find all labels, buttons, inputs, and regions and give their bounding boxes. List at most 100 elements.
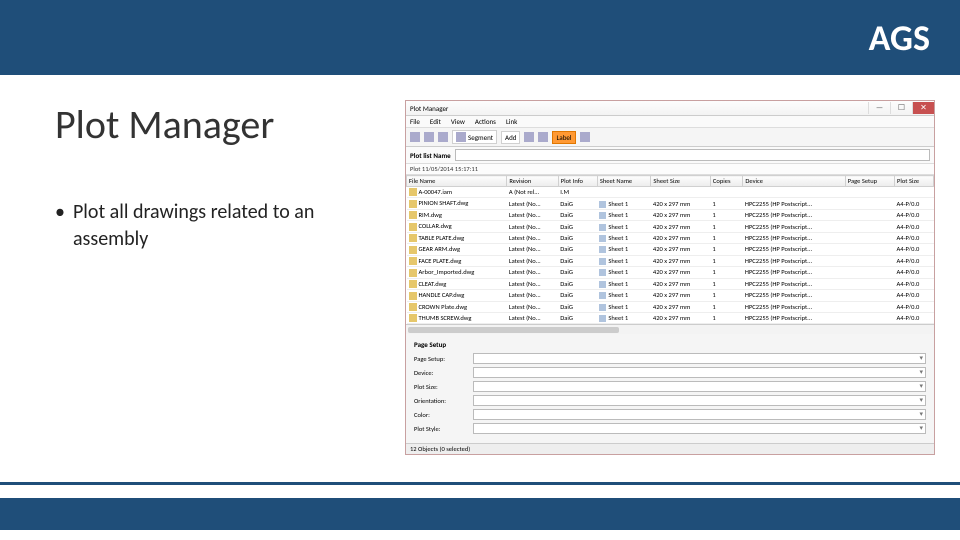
table-row[interactable]: GEAR ARM.dwgLatest (No...DaiGSheet 1420 … bbox=[407, 244, 934, 255]
col-revision[interactable]: Revision bbox=[507, 176, 558, 187]
page-setup-dropdown[interactable] bbox=[473, 395, 926, 406]
file-icon bbox=[409, 303, 417, 311]
sheet-icon bbox=[599, 201, 606, 208]
sheet-icon bbox=[599, 304, 606, 311]
sheet-icon bbox=[599, 281, 606, 288]
toolbar-icon[interactable] bbox=[524, 132, 534, 142]
divider-stripe bbox=[0, 482, 960, 485]
file-icon bbox=[409, 211, 417, 219]
page-setup-dropdown[interactable] bbox=[473, 353, 926, 364]
table-row[interactable]: HANDLE CAP.dwgLatest (No...DaiGSheet 142… bbox=[407, 290, 934, 301]
file-icon bbox=[409, 200, 417, 208]
file-icon bbox=[409, 246, 417, 254]
page-setup-panel: Page Setup Page Setup: Device: Plot Size: O… bbox=[406, 334, 934, 443]
close-button[interactable]: ✕ bbox=[912, 102, 934, 114]
table-row[interactable]: RIM.dwgLatest (No...DaiGSheet 1420 x 297… bbox=[407, 209, 934, 220]
segment-icon bbox=[456, 132, 466, 142]
toolbar: Segment Add Label bbox=[406, 128, 934, 147]
page-setup-row: Color: bbox=[414, 409, 926, 420]
footer-stripe bbox=[0, 498, 960, 530]
bullet-text: Plot all drawings related to an assembly bbox=[73, 199, 375, 253]
page-setup-row: Plot Style: bbox=[414, 423, 926, 434]
table-row[interactable]: THUMB SCREW.dwgLatest (No...DaiGSheet 14… bbox=[407, 312, 934, 323]
toolbar-icon[interactable] bbox=[438, 132, 448, 142]
slide-title: Plot Manager bbox=[55, 100, 375, 149]
page-setup-title: Page Setup bbox=[414, 340, 926, 349]
table-row[interactable]: CROWN Plate.dwgLatest (No...DaiGSheet 14… bbox=[407, 301, 934, 312]
search-label: Plot list Name bbox=[410, 151, 451, 160]
col-pagesetup[interactable]: Page Setup bbox=[845, 176, 894, 187]
page-setup-row: Plot Size: bbox=[414, 381, 926, 392]
col-device[interactable]: Device bbox=[743, 176, 845, 187]
sheet-icon bbox=[599, 269, 606, 276]
file-icon bbox=[409, 280, 417, 288]
toolbar-icon[interactable] bbox=[410, 132, 420, 142]
status-bar: 12 Objects (0 selected) bbox=[406, 443, 934, 454]
toolbar-icon[interactable] bbox=[538, 132, 548, 142]
bullet-dot: • bbox=[55, 199, 65, 253]
file-icon bbox=[409, 292, 417, 300]
table-row[interactable]: COLLAR.dwgLatest (No...DaiGSheet 1420 x … bbox=[407, 221, 934, 232]
label-button[interactable]: Label bbox=[552, 131, 575, 144]
table-row[interactable]: A-00047.iamA (Not rel...I.M bbox=[407, 187, 934, 198]
page-setup-row: Page Setup: bbox=[414, 353, 926, 364]
app-window: Plot Manager — ☐ ✕ File Edit View Action… bbox=[405, 100, 935, 455]
menu-view[interactable]: View bbox=[451, 117, 465, 126]
sheet-icon bbox=[599, 258, 606, 265]
table-row[interactable]: FACE PLATE.dwgLatest (No...DaiGSheet 142… bbox=[407, 255, 934, 266]
horizontal-scrollbar[interactable] bbox=[406, 324, 934, 334]
add-button[interactable]: Add bbox=[501, 131, 520, 144]
sheet-icon bbox=[599, 235, 606, 242]
menu-actions[interactable]: Actions bbox=[475, 117, 496, 126]
page-setup-row: Orientation: bbox=[414, 395, 926, 406]
page-setup-dropdown[interactable] bbox=[473, 381, 926, 392]
search-row: Plot list Name bbox=[406, 147, 934, 164]
bullet-item: • Plot all drawings related to an assemb… bbox=[55, 199, 375, 253]
menu-file[interactable]: File bbox=[410, 117, 420, 126]
brand-title: AGS bbox=[869, 16, 930, 60]
page-setup-label: Orientation: bbox=[414, 397, 469, 405]
page-setup-dropdown[interactable] bbox=[473, 423, 926, 434]
table-row[interactable]: TABLE PLATE.dwgLatest (No...DaiGSheet 14… bbox=[407, 232, 934, 243]
col-sheetsize[interactable]: Sheet Size bbox=[651, 176, 711, 187]
toolbar-icon[interactable] bbox=[580, 132, 590, 142]
segment-button[interactable]: Segment bbox=[452, 130, 497, 144]
table-row[interactable]: CLEAT.dwgLatest (No...DaiGSheet 1420 x 2… bbox=[407, 278, 934, 289]
maximize-button[interactable]: ☐ bbox=[890, 102, 912, 114]
status-line: Plot 11/05/2014 15:17:11 bbox=[406, 164, 934, 175]
table-row[interactable]: Arbor_Imported.dwgLatest (No...DaiGSheet… bbox=[407, 267, 934, 278]
col-plotsize[interactable]: Plot Size bbox=[895, 176, 934, 187]
sheet-icon bbox=[599, 212, 606, 219]
bullet-list: • Plot all drawings related to an assemb… bbox=[55, 199, 375, 253]
col-sheetname[interactable]: Sheet Name bbox=[597, 176, 651, 187]
page-setup-label: Color: bbox=[414, 411, 469, 419]
page-setup-label: Device: bbox=[414, 369, 469, 377]
window-title: Plot Manager bbox=[410, 104, 448, 113]
sheet-icon bbox=[599, 292, 606, 299]
menu-link[interactable]: Link bbox=[506, 117, 517, 126]
page-setup-dropdown[interactable] bbox=[473, 409, 926, 420]
search-input[interactable] bbox=[455, 149, 930, 161]
titlebar[interactable]: Plot Manager — ☐ ✕ bbox=[406, 101, 934, 116]
menu-edit[interactable]: Edit bbox=[430, 117, 441, 126]
col-filename[interactable]: File Name bbox=[407, 176, 507, 187]
minimize-button[interactable]: — bbox=[868, 102, 890, 114]
toolbar-icon[interactable] bbox=[424, 132, 434, 142]
sheet-icon bbox=[599, 246, 606, 253]
page-setup-label: Plot Style: bbox=[414, 425, 469, 433]
table-row[interactable]: PINION SHAFT.dwgLatest (No...DaiGSheet 1… bbox=[407, 198, 934, 209]
page-setup-dropdown[interactable] bbox=[473, 367, 926, 378]
scroll-thumb[interactable] bbox=[408, 327, 619, 333]
file-icon bbox=[409, 188, 417, 196]
table-header-row: File Name Revision Plot Info Sheet Name … bbox=[407, 176, 934, 187]
col-plotinfo[interactable]: Plot Info bbox=[558, 176, 597, 187]
file-icon bbox=[409, 314, 417, 322]
page-setup-label: Plot Size: bbox=[414, 383, 469, 391]
slide-header: AGS bbox=[0, 0, 960, 75]
file-icon bbox=[409, 223, 417, 231]
menubar: File Edit View Actions Link bbox=[406, 116, 934, 128]
sheet-icon bbox=[599, 224, 606, 231]
file-icon bbox=[409, 269, 417, 277]
col-copies[interactable]: Copies bbox=[710, 176, 742, 187]
page-setup-label: Page Setup: bbox=[414, 355, 469, 363]
